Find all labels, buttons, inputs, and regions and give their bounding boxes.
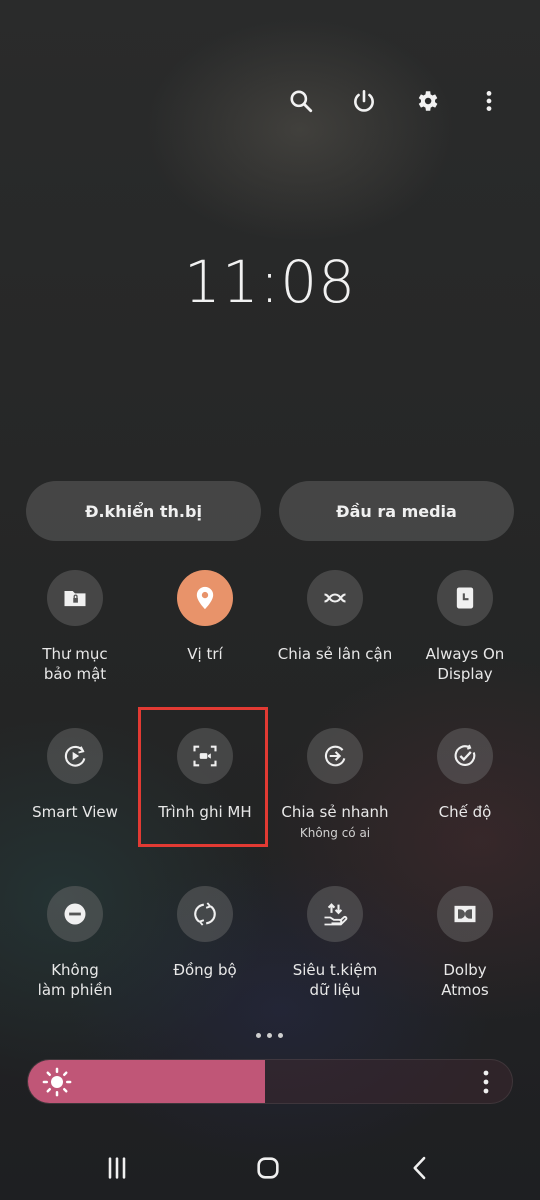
tile-sync-label: Đồng bộ: [173, 961, 237, 979]
tile-nearby-share-button[interactable]: [307, 570, 363, 626]
tile-location-label: Vị trí: [187, 645, 223, 663]
tile-always-on-display-label: Always On Display: [425, 645, 505, 683]
page-indicator-dot: [267, 1033, 272, 1038]
search-icon: [290, 90, 313, 113]
secure-folder-icon: [64, 591, 86, 607]
modes-check-icon: [454, 744, 476, 766]
tile-dolby-atmos[interactable]: Dolby Atmos: [400, 886, 530, 1000]
clock-time: 11:08: [183, 248, 357, 316]
sync-icon: [194, 902, 216, 926]
tile-always-on-display-button[interactable]: [437, 570, 493, 626]
data-saver-icon: [324, 903, 348, 926]
highlight-box: [138, 707, 268, 847]
gear-icon: [418, 91, 438, 111]
brightness-more-icon[interactable]: [474, 1066, 498, 1098]
tile-quick-share-status: Không có ai: [299, 826, 371, 840]
tile-data-saver-label: Siêu t.kiệm dữ liệu: [292, 961, 378, 999]
tile-sync[interactable]: Đồng bộ: [140, 886, 270, 980]
tile-secure-folder[interactable]: Thư mục bảo mật: [10, 570, 140, 684]
tile-data-saver[interactable]: Siêu t.kiệm dữ liệu: [270, 886, 400, 1000]
settings-button[interactable]: [408, 82, 446, 120]
tile-smart-view-label: Smart View: [32, 803, 118, 821]
quick-share-icon: [324, 745, 346, 767]
tile-quick-share-button[interactable]: [307, 728, 363, 784]
page-indicator-dot: [256, 1033, 261, 1038]
tile-do-not-disturb[interactable]: Không làm phiền: [10, 886, 140, 1000]
minus-circle-icon: [64, 903, 86, 925]
tile-location[interactable]: Vị trí: [140, 570, 270, 664]
brightness-slider[interactable]: [27, 1059, 513, 1104]
recents-icon: [108, 1157, 126, 1179]
nearby-share-icon: [324, 593, 346, 603]
nav-home-button[interactable]: [248, 1150, 288, 1186]
dolby-icon: [454, 905, 476, 923]
tile-smart-view-button[interactable]: [47, 728, 103, 784]
back-icon: [413, 1156, 426, 1180]
power-button[interactable]: [345, 82, 383, 120]
smart-view-icon: [64, 745, 86, 767]
tile-secure-folder-label: Thư mục bảo mật: [42, 645, 108, 683]
more-options-button[interactable]: [470, 82, 508, 120]
nav-recent-apps-button[interactable]: [97, 1150, 137, 1186]
tile-quick-share[interactable]: Chia sẻ nhanh Không có ai: [270, 728, 400, 840]
tile-secure-folder-button[interactable]: [47, 570, 103, 626]
device-control-button[interactable]: Đ.khiển th.bị: [26, 481, 261, 541]
tile-dolby-atmos-button[interactable]: [437, 886, 493, 942]
tile-modes[interactable]: Chế độ: [400, 728, 530, 822]
nav-back-button[interactable]: [400, 1150, 440, 1186]
power-icon: [354, 89, 374, 112]
more-vertical-icon: [486, 91, 492, 111]
tile-dolby-atmos-label: Dolby Atmos: [441, 961, 489, 999]
page-indicator-dot: [278, 1033, 283, 1038]
sun-icon: [42, 1067, 72, 1097]
search-button[interactable]: [282, 82, 320, 120]
tile-smart-view[interactable]: Smart View: [10, 728, 140, 822]
tile-modes-button[interactable]: [437, 728, 493, 784]
tile-nearby-share-label: Chia sẻ lân cận: [277, 645, 393, 663]
tile-quick-share-label: Chia sẻ nhanh: [281, 803, 389, 821]
tile-sync-button[interactable]: [177, 886, 233, 942]
location-pin-icon: [196, 586, 214, 610]
tile-do-not-disturb-button[interactable]: [47, 886, 103, 942]
tile-nearby-share[interactable]: Chia sẻ lân cận: [270, 570, 400, 664]
tile-do-not-disturb-label: Không làm phiền: [37, 961, 113, 999]
home-icon: [257, 1157, 279, 1179]
tile-data-saver-button[interactable]: [307, 886, 363, 942]
tile-modes-label: Chế độ: [438, 803, 492, 821]
tile-location-button[interactable]: [177, 570, 233, 626]
tile-always-on-display[interactable]: Always On Display: [400, 570, 530, 684]
clock-display-icon: [456, 587, 474, 609]
media-output-button[interactable]: Đầu ra media: [279, 481, 514, 541]
